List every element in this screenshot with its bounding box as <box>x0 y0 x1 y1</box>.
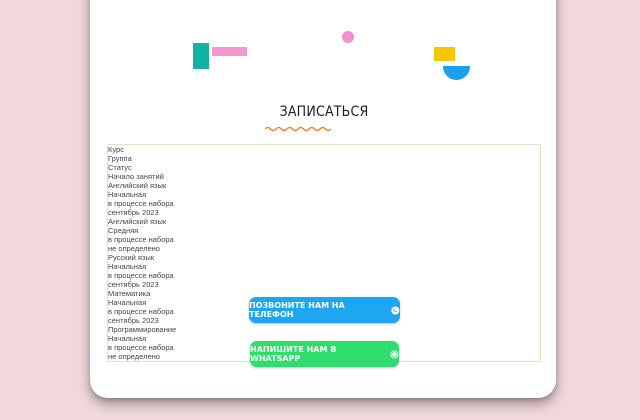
table-row: Русский язык Начальная в процессе набора… <box>108 253 540 289</box>
cell-group: Начальная <box>108 190 147 199</box>
cell-status: в процессе набора <box>108 235 174 244</box>
cell-start: сентябрь 2023 <box>108 208 159 217</box>
column-header-status: Статус <box>108 163 132 172</box>
table-row: Английский язык Начальная в процессе наб… <box>108 181 540 217</box>
whatsapp-icon <box>390 349 399 359</box>
column-header-group: Группа <box>108 154 132 163</box>
table-header-row: Курс Группа Статус Начало занятий <box>108 145 540 181</box>
cell-course: Программирование <box>108 325 177 334</box>
table-row: Английский язык Средняя в процессе набор… <box>108 217 540 253</box>
cell-group: Начальная <box>108 298 147 307</box>
whatsapp-button[interactable]: НАПИШИТЕ НАМ В WHATSAPP <box>250 341 399 367</box>
decorative-pink-bar <box>212 47 247 56</box>
cell-start: не определено <box>108 244 160 253</box>
cell-status: в процессе набора <box>108 199 174 208</box>
decorative-teal-rectangle <box>193 43 209 69</box>
cell-start: не определено <box>108 352 160 361</box>
cell-course: Английский язык <box>108 181 167 190</box>
cell-course: Английский язык <box>108 217 167 226</box>
section-title: ЗАПИСАТЬСЯ <box>279 104 369 120</box>
decorative-yellow-rectangle <box>434 47 455 61</box>
cell-status: в процессе набора <box>108 271 174 280</box>
column-header-course: Курс <box>108 145 124 154</box>
cell-group: Начальная <box>108 262 147 271</box>
whatsapp-button-label: НАПИШИТЕ НАМ В WHATSAPP <box>250 345 337 363</box>
call-us-button-label: ПОЗВОНИТЕ НАМ НА ТЕЛЕФОН <box>249 301 345 319</box>
cell-course: Математика <box>108 289 151 298</box>
cell-start: сентябрь 2023 <box>108 280 159 289</box>
cell-status: в процессе набора <box>108 343 174 352</box>
cell-status: в процессе набора <box>108 307 174 316</box>
decorative-pink-dot <box>342 31 354 43</box>
cell-start: сентябрь 2023 <box>108 316 159 325</box>
courses-table: Курс Группа Статус Начало занятий Англий… <box>107 144 541 362</box>
column-header-start: Начало занятий <box>108 172 164 181</box>
cell-group: Средняя <box>108 226 139 235</box>
phone-icon <box>391 305 400 315</box>
cell-course: Русский язык <box>108 253 155 262</box>
title-wavy-underline <box>265 126 331 132</box>
cell-group: Начальная <box>108 334 147 343</box>
call-us-button[interactable]: ПОЗВОНИТЕ НАМ НА ТЕЛЕФОН <box>249 297 400 323</box>
